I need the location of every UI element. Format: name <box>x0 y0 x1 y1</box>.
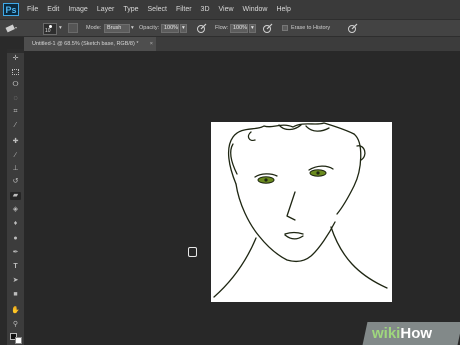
opacity-slider-toggle[interactable]: ▾ <box>180 24 187 33</box>
options-bar: 10 ▾ Mode: Brush ▾ Opacity: 100% ▾ Flow:… <box>0 19 460 37</box>
menu-layer[interactable]: Layer <box>97 6 115 13</box>
tools-panel: ✛ ⵔ ◌ ⌗ ⁄ ✚ ∕ ⊥ ↺ ▰ ◈ ♦ ● ✒ T ➤ ■ ✋ ⚲ <box>7 49 24 345</box>
brush-size-value: 10 <box>45 28 51 34</box>
history-brush-tool-icon[interactable]: ↺ <box>10 178 21 186</box>
blur-tool-icon[interactable]: ♦ <box>10 220 21 228</box>
menu-window[interactable]: Window <box>243 6 268 13</box>
quick-select-tool-icon[interactable]: ◌ <box>10 95 21 103</box>
tools-panel-grip[interactable] <box>7 49 24 53</box>
erase-to-history-label: Erase to History <box>291 25 331 31</box>
marquee-tool-icon[interactable] <box>10 68 21 76</box>
document-tab[interactable]: Untitled-1 @ 68.5% (Sketch base, RGB/8) … <box>24 37 156 51</box>
mode-select-arrow-icon[interactable]: ▾ <box>131 25 134 31</box>
dodge-tool-icon[interactable]: ● <box>10 235 21 243</box>
eraser-tool-icon[interactable]: ▰ <box>10 192 21 200</box>
photoshop-logo: Ps <box>3 3 19 16</box>
document-tab-bar: Untitled-1 @ 68.5% (Sketch base, RGB/8) … <box>24 37 460 51</box>
eraser-cursor <box>188 247 197 257</box>
brush-picker-arrow-icon[interactable]: ▾ <box>59 25 62 31</box>
mode-select[interactable]: Brush <box>104 24 130 33</box>
pressure-size-icon[interactable] <box>347 23 359 34</box>
flow-label: Flow: <box>215 25 229 31</box>
path-select-tool-icon[interactable]: ➤ <box>10 277 21 285</box>
opacity-input[interactable]: 100% <box>161 24 179 33</box>
flow-input[interactable]: 100% <box>230 24 248 33</box>
background-color-swatch[interactable] <box>15 337 22 344</box>
menu-filter[interactable]: Filter <box>176 6 192 13</box>
document-canvas[interactable] <box>211 122 392 302</box>
watermark-wiki: wiki <box>372 325 401 342</box>
menu-type[interactable]: Type <box>123 6 138 13</box>
brush-panel-toggle-button[interactable] <box>68 23 78 33</box>
erase-to-history-checkbox[interactable] <box>282 25 288 31</box>
face-sketch <box>213 122 388 298</box>
move-tool-icon[interactable]: ✛ <box>10 55 21 63</box>
pen-tool-icon[interactable]: ✒ <box>10 249 21 257</box>
menu-help[interactable]: Help <box>276 6 290 13</box>
shape-tool-icon[interactable]: ■ <box>10 291 21 299</box>
eyedropper-tool-icon[interactable]: ⁄ <box>10 122 21 130</box>
pressure-opacity-icon[interactable] <box>196 23 208 34</box>
menu-file[interactable]: File <box>27 6 38 13</box>
gradient-tool-icon[interactable]: ◈ <box>10 206 21 214</box>
wikihow-watermark: wikiHow <box>372 322 432 345</box>
crop-tool-icon[interactable]: ⌗ <box>10 108 21 116</box>
flow-slider-toggle[interactable]: ▾ <box>249 24 256 33</box>
menu-view[interactable]: View <box>219 6 234 13</box>
menu-select[interactable]: Select <box>148 6 167 13</box>
opacity-label: Opacity: <box>139 25 160 31</box>
document-tab-title: Untitled-1 @ 68.5% (Sketch base, RGB/8) … <box>32 41 139 47</box>
eraser-tool-preset-icon[interactable] <box>4 23 18 33</box>
clone-stamp-tool-icon[interactable]: ⊥ <box>10 165 21 173</box>
brush-preset-picker[interactable]: 10 <box>43 23 57 35</box>
brush-tool-icon[interactable]: ∕ <box>10 152 21 160</box>
mode-label: Mode: <box>86 25 102 31</box>
menu-bar: Ps File Edit Image Layer Type Select Fil… <box>0 0 460 19</box>
watermark-how: How <box>400 325 433 342</box>
zoom-tool-icon[interactable]: ⚲ <box>10 321 21 329</box>
menu-image[interactable]: Image <box>68 6 87 13</box>
menu-3d[interactable]: 3D <box>201 6 210 13</box>
lasso-tool-icon[interactable]: ⵔ <box>10 81 21 89</box>
healing-brush-tool-icon[interactable]: ✚ <box>10 138 21 146</box>
close-tab-icon[interactable]: × <box>150 37 153 51</box>
hand-tool-icon[interactable]: ✋ <box>10 307 21 315</box>
airbrush-icon[interactable] <box>262 23 274 34</box>
type-tool-icon[interactable]: T <box>10 263 21 271</box>
menu-edit[interactable]: Edit <box>47 6 59 13</box>
